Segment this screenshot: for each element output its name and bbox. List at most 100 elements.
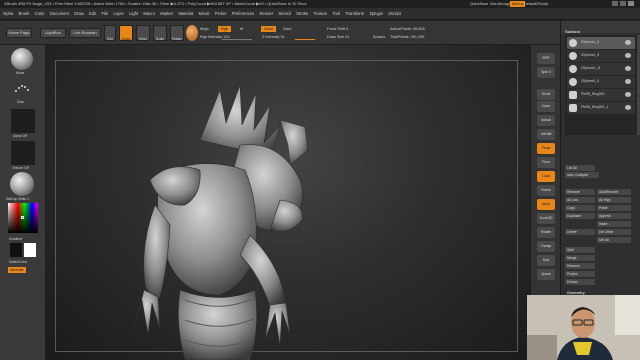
alpha-slot[interactable] bbox=[11, 109, 35, 133]
edit-button[interactable]: Edit bbox=[104, 25, 116, 41]
merge-button[interactable]: Merge bbox=[565, 255, 595, 261]
maximize-icon[interactable] bbox=[620, 1, 626, 6]
visibility-eye-icon[interactable] bbox=[625, 53, 631, 58]
menu-render[interactable]: Render bbox=[257, 8, 276, 20]
minimize-icon[interactable] bbox=[612, 1, 618, 6]
visibility-eye-icon[interactable] bbox=[625, 66, 631, 71]
menu-layer[interactable]: Layer bbox=[111, 8, 127, 20]
focal-shift-slider[interactable]: Focal Shift 0 bbox=[327, 27, 348, 31]
delete-button[interactable]: Delete bbox=[565, 229, 595, 235]
menu-zscript[interactable]: Zscript bbox=[386, 8, 404, 20]
switch-color-button[interactable]: SwitchColor bbox=[9, 260, 27, 264]
tool-floor[interactable]: Floor bbox=[537, 157, 555, 168]
extract-button[interactable]: Extract bbox=[565, 279, 595, 285]
menu-texture[interactable]: Texture bbox=[311, 8, 330, 20]
tool-rotate[interactable]: Rotate bbox=[537, 227, 555, 238]
main-color-swatch[interactable] bbox=[10, 243, 22, 257]
zadd-button[interactable]: Zadd bbox=[261, 26, 276, 32]
tool-scroll[interactable]: Scroll bbox=[537, 89, 555, 100]
dynamic-button[interactable]: Dynamic bbox=[373, 35, 385, 39]
split-button[interactable]: Split bbox=[565, 247, 595, 253]
tool-aahalf[interactable]: AAHalf bbox=[537, 129, 555, 140]
menu-document[interactable]: Document bbox=[47, 8, 71, 20]
live-boolean-button[interactable]: Live Boolean bbox=[69, 28, 101, 38]
menu-zplugin[interactable]: Zplugin bbox=[367, 8, 386, 20]
alternate-button[interactable]: Alternate bbox=[8, 267, 26, 273]
move-button[interactable]: Move bbox=[136, 25, 150, 41]
tool-actual[interactable]: Actual bbox=[537, 115, 555, 126]
menu-macro[interactable]: Macro bbox=[141, 8, 158, 20]
tool-persp[interactable]: Persp bbox=[537, 143, 555, 154]
menu-picker[interactable]: Picker bbox=[212, 8, 229, 20]
tool-zoom3d[interactable]: Zoom3D bbox=[537, 213, 555, 224]
secondary-color-swatch[interactable] bbox=[24, 243, 36, 257]
visibility-eye-icon[interactable] bbox=[625, 40, 631, 45]
close-icon[interactable] bbox=[628, 1, 634, 6]
rgb-button[interactable]: Rgb bbox=[218, 26, 231, 32]
menu-movie[interactable]: Movie bbox=[196, 8, 212, 20]
tool-bpr[interactable]: BPR bbox=[537, 53, 555, 64]
scale-button[interactable]: Scale bbox=[153, 25, 167, 41]
menu-file[interactable]: File bbox=[99, 8, 111, 20]
subtool-item[interactable]: ZSphere1_11 bbox=[567, 63, 635, 75]
lightbox-button[interactable]: LightBox bbox=[40, 28, 66, 38]
menu-color[interactable]: Color bbox=[32, 8, 47, 20]
subtool-item[interactable]: ZSphere1_6 bbox=[567, 50, 635, 62]
brush-icon[interactable] bbox=[11, 48, 33, 70]
autoreorder-button[interactable]: AutoReorder bbox=[597, 189, 631, 195]
menu-light[interactable]: Light bbox=[127, 8, 141, 20]
menu-stroke[interactable]: Stroke bbox=[294, 8, 311, 20]
tool-xpose[interactable]: Xpose bbox=[537, 269, 555, 280]
tool-zoom[interactable]: Zoom bbox=[537, 101, 555, 112]
draw-button[interactable]: Draw bbox=[119, 25, 133, 41]
menu-preferences[interactable]: Preferences bbox=[229, 8, 257, 20]
duplicate-button[interactable]: Duplicate bbox=[565, 213, 595, 219]
menu-material[interactable]: Material bbox=[176, 8, 196, 20]
insert-button[interactable]: Insert bbox=[597, 221, 631, 227]
paste-button[interactable]: Paste bbox=[597, 205, 631, 211]
menu-transform[interactable]: Transform bbox=[343, 8, 367, 20]
quicksave-button[interactable]: QuickSave bbox=[470, 0, 488, 8]
tool-local[interactable]: Local bbox=[537, 171, 555, 182]
tool-transp[interactable]: Transp bbox=[537, 241, 555, 252]
home-page-button[interactable]: Home Page bbox=[6, 28, 32, 38]
tool-frame[interactable]: Frame bbox=[537, 185, 555, 196]
texture-slot[interactable] bbox=[11, 141, 35, 165]
tool-move[interactable]: Move bbox=[537, 199, 555, 210]
menu-edit[interactable]: Edit bbox=[87, 8, 99, 20]
del-other-button[interactable]: Del Other bbox=[597, 229, 631, 235]
visibility-eye-icon[interactable] bbox=[625, 79, 631, 84]
subtool-item[interactable]: ZSphere1_5 bbox=[567, 37, 635, 49]
window-controls[interactable] bbox=[612, 1, 638, 7]
remesh-button[interactable]: Remesh bbox=[565, 263, 595, 269]
m-button[interactable]: M bbox=[240, 27, 243, 31]
append-button[interactable]: Append bbox=[597, 213, 631, 219]
menu-marker[interactable]: Marker bbox=[158, 8, 176, 20]
menu-tool[interactable]: Tool bbox=[330, 8, 343, 20]
color-picker-cursor[interactable] bbox=[21, 216, 24, 219]
zsub-button[interactable]: Zsub bbox=[283, 27, 291, 31]
subtool-header[interactable]: Subtool bbox=[565, 29, 580, 34]
menu-draw[interactable]: Draw bbox=[72, 8, 87, 20]
all-low-button[interactable]: All Low bbox=[565, 197, 595, 203]
copy-button[interactable]: Copy bbox=[565, 205, 595, 211]
visibility-eye-icon[interactable] bbox=[625, 92, 631, 97]
auto-collapse-button[interactable]: Auto Collapse bbox=[565, 172, 599, 178]
sculpt-model[interactable] bbox=[130, 85, 350, 360]
subtool-item[interactable]: ZSphere1_9 bbox=[567, 76, 635, 88]
subtool-item[interactable]: PM3D_Ring3D1_1 bbox=[567, 102, 635, 114]
tool-solo[interactable]: Solo bbox=[537, 255, 555, 266]
draw-size-slider[interactable]: Draw Size 61 bbox=[327, 35, 350, 39]
list-all-button[interactable]: List All bbox=[565, 165, 595, 171]
tool-spix-3[interactable]: Spix 3 bbox=[537, 67, 555, 78]
mrgb-button[interactable]: Mrgb bbox=[200, 27, 209, 31]
subtool-item[interactable]: PM3D_Ring3D1 bbox=[567, 89, 635, 101]
rotate-button[interactable]: Rotate bbox=[170, 25, 184, 41]
rename-button[interactable]: Rename bbox=[565, 189, 595, 195]
project-button[interactable]: Project bbox=[565, 271, 595, 277]
z-intensity-slider[interactable]: Z Intensity 51 bbox=[262, 35, 285, 39]
menu-alpha[interactable]: Alpha bbox=[0, 8, 16, 20]
material-icon[interactable] bbox=[10, 172, 34, 196]
material-sphere-icon[interactable] bbox=[186, 25, 198, 41]
menu-stencil[interactable]: Stencil bbox=[276, 8, 294, 20]
